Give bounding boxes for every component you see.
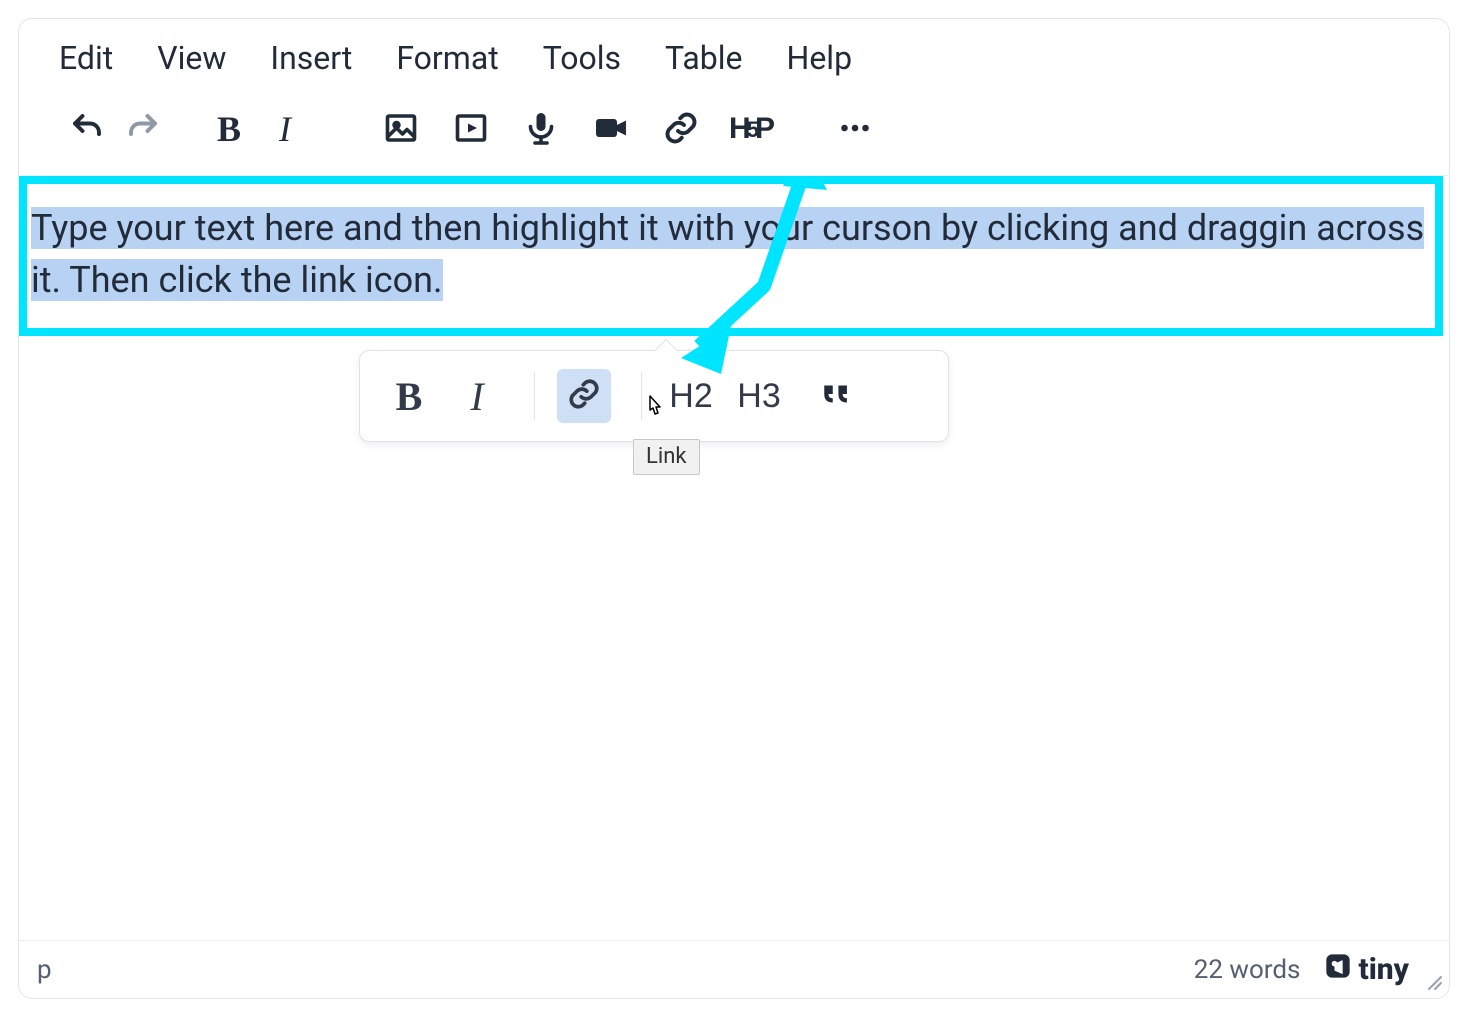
h3-icon: H3 <box>737 377 780 416</box>
editor-body[interactable]: Type your text here and then highlight i… <box>19 176 1449 316</box>
word-count[interactable]: 22 words <box>1194 955 1301 985</box>
quick-toolbar-notch <box>655 339 678 362</box>
quick-bold-button[interactable]: B <box>382 369 436 423</box>
image-icon <box>383 110 419 149</box>
quick-h2-button[interactable]: H2 <box>664 369 718 423</box>
h5p-button[interactable]: H5P <box>723 101 779 157</box>
bold-icon: B <box>396 373 423 420</box>
quick-sep <box>641 372 642 420</box>
tiny-brand[interactable]: tiny <box>1324 952 1409 988</box>
menu-tools[interactable]: Tools <box>543 39 621 77</box>
more-button[interactable] <box>827 101 883 157</box>
resize-handle-icon[interactable] <box>1425 972 1443 996</box>
quick-link-button[interactable] <box>557 369 611 423</box>
video-camera-icon <box>593 110 629 149</box>
content-area[interactable]: Type your text here and then highlight i… <box>19 176 1449 940</box>
video-button[interactable] <box>583 101 639 157</box>
image-button[interactable] <box>373 101 429 157</box>
quick-italic-button[interactable]: I <box>450 369 504 423</box>
audio-button[interactable] <box>513 101 569 157</box>
menu-view[interactable]: View <box>157 39 226 77</box>
link-icon <box>663 110 699 149</box>
link-button[interactable] <box>653 101 709 157</box>
menu-table[interactable]: Table <box>665 39 742 77</box>
h5p-icon: H5P <box>729 112 773 146</box>
link-tooltip: Link <box>633 439 700 475</box>
menu-insert[interactable]: Insert <box>270 39 352 77</box>
play-box-icon <box>453 110 489 149</box>
menubar: Edit View Insert Format Tools Table Help <box>19 19 1449 91</box>
editor-frame: Edit View Insert Format Tools Table Help… <box>18 18 1450 999</box>
h2-icon: H2 <box>669 377 712 416</box>
quick-blockquote-button[interactable] <box>810 369 864 423</box>
toolbar: B I <box>19 91 1449 176</box>
microphone-icon <box>523 110 559 149</box>
italic-icon: I <box>279 108 291 150</box>
quick-sep <box>534 372 535 420</box>
link-icon <box>567 377 601 415</box>
redo-icon <box>125 110 161 149</box>
bold-button[interactable]: B <box>201 101 257 157</box>
redo-button[interactable] <box>115 101 171 157</box>
quote-icon <box>820 377 854 415</box>
italic-icon: I <box>470 373 483 420</box>
tiny-brand-label: tiny <box>1358 952 1409 987</box>
element-path[interactable]: p <box>37 955 52 985</box>
quick-toolbar: B I H2 H3 <box>359 350 949 442</box>
undo-button[interactable] <box>59 101 115 157</box>
italic-button[interactable]: I <box>257 101 313 157</box>
media-button[interactable] <box>443 101 499 157</box>
tiny-logo-icon <box>1324 952 1352 988</box>
menu-format[interactable]: Format <box>396 39 498 77</box>
ellipsis-icon <box>837 110 873 149</box>
quick-h3-button[interactable]: H3 <box>732 369 786 423</box>
bold-icon: B <box>217 108 241 150</box>
undo-icon <box>69 110 105 149</box>
menu-edit[interactable]: Edit <box>59 39 113 77</box>
status-bar: p 22 words tiny <box>19 940 1449 998</box>
selected-text[interactable]: Type your text here and then highlight i… <box>31 207 1424 301</box>
menu-help[interactable]: Help <box>787 39 853 77</box>
